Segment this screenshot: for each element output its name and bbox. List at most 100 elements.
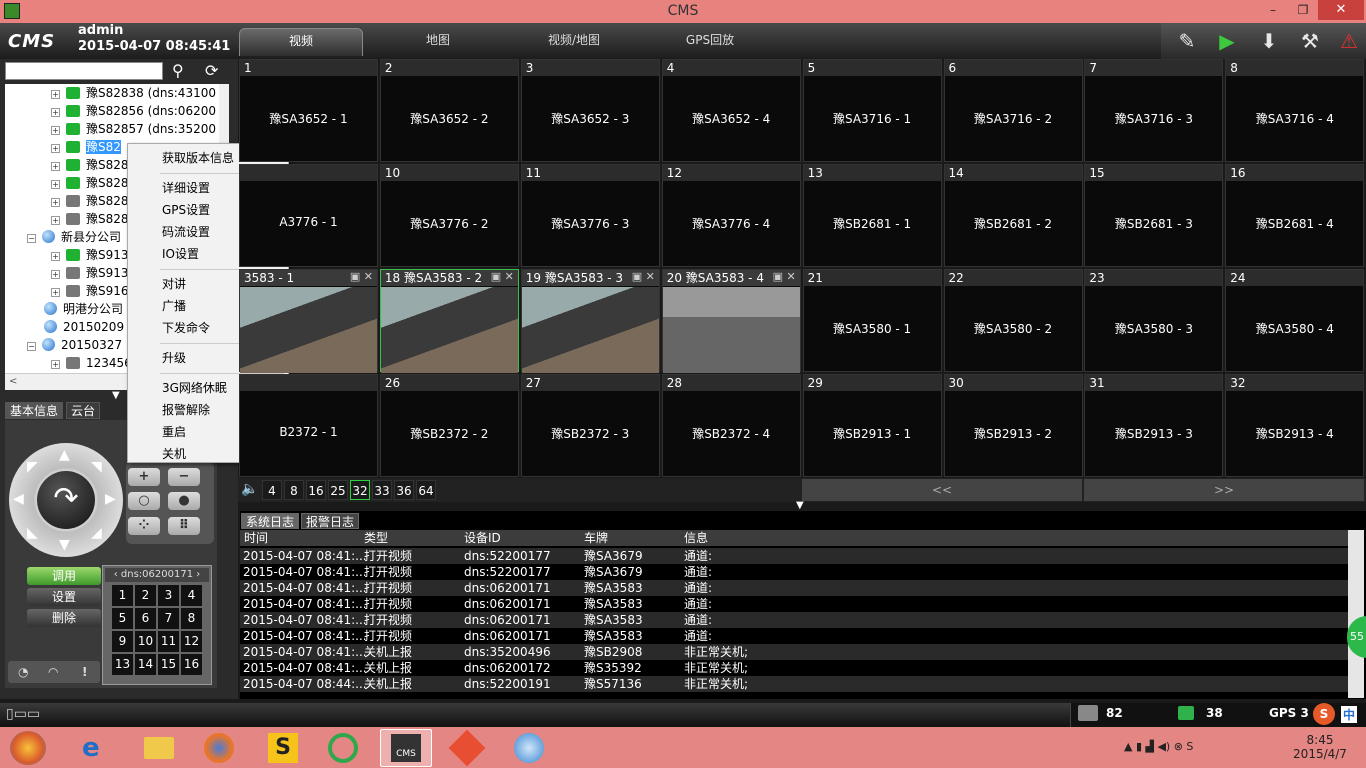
video-cell[interactable]: 30 豫SB2913 - 2 <box>943 374 1083 477</box>
zoom-out-button[interactable]: − <box>168 468 200 486</box>
video-cell[interactable]: 3 豫SA3652 - 3 <box>520 59 660 162</box>
tree-node[interactable]: − 20150327 <box>27 336 122 354</box>
ime-indicator[interactable]: 中 <box>1341 706 1358 723</box>
video-cell[interactable]: 18 豫SA3583 - 2 ▣ ✕ <box>379 269 519 373</box>
tree-node[interactable]: + 豫S82856 (dns:06200 <box>51 102 216 120</box>
camera-close-icon[interactable]: ▣ ✕ <box>632 270 655 283</box>
refresh-icon[interactable]: ⟳ <box>205 61 218 80</box>
arrow-left-icon[interactable]: ◀ <box>13 491 24 507</box>
taskbar-explorer[interactable] <box>132 729 184 767</box>
collapse-log-icon[interactable]: ▼ <box>796 500 804 511</box>
preset-button[interactable]: 2 <box>135 585 156 606</box>
tree-node[interactable]: + 豫S828 <box>51 210 129 228</box>
expand-icon[interactable]: + <box>51 216 60 225</box>
taskbar-cms[interactable]: CMS <box>380 729 432 767</box>
video-cell[interactable]: 2 豫SA3652 - 2 <box>379 59 519 162</box>
expand-icon[interactable]: + <box>51 180 60 189</box>
video-cell[interactable]: 19 豫SA3583 - 3 ▣ ✕ <box>520 269 660 373</box>
alert-icon[interactable]: ! <box>82 661 87 683</box>
light-icon[interactable]: ◠ <box>48 661 58 683</box>
video-cell[interactable]: 29 豫SB2913 - 1 <box>802 374 942 477</box>
log-row[interactable]: 2015-04-07 08:41:... 关机上报 dns:06200172 豫S35… <box>240 660 1348 676</box>
tree-node[interactable]: + 豫S828 <box>51 174 129 192</box>
video-cell[interactable]: 12 豫SA3776 - 4 <box>661 164 801 267</box>
menu-item[interactable]: 详细设置 <box>162 178 210 198</box>
video-cell[interactable]: 1 豫SA3652 - 1 <box>239 59 378 162</box>
tree-node[interactable]: 20150209 <box>44 318 124 336</box>
tab-gps-playback[interactable]: GPS回放 <box>648 28 772 56</box>
preset-button[interactable]: 15 <box>158 654 179 675</box>
grid-count-button[interactable]: 25 <box>328 480 348 500</box>
preset-button[interactable]: 5 <box>112 608 133 629</box>
video-cell[interactable]: 21 豫SA3580 - 1 <box>802 269 942 372</box>
tab-basic-info[interactable]: 基本信息 <box>5 402 64 419</box>
video-cell[interactable]: 11 豫SA3776 - 3 <box>520 164 660 267</box>
expand-icon[interactable]: − <box>27 234 36 243</box>
taskbar-firefox[interactable] <box>194 729 246 767</box>
preset-button[interactable]: 8 <box>181 608 202 629</box>
search-input[interactable] <box>5 62 163 80</box>
menu-item[interactable]: 码流设置 <box>162 222 210 242</box>
preset-button[interactable]: 11 <box>158 631 179 652</box>
search-icon[interactable]: ⚲ <box>172 61 184 80</box>
tab-video[interactable]: 视频 <box>239 28 363 56</box>
focus-near-button[interactable]: ○ <box>128 492 160 510</box>
taskbar-sogou[interactable]: S <box>256 729 308 767</box>
ptz-auto-icon[interactable]: ↷ <box>37 471 95 529</box>
arrow-up-left-icon[interactable]: ◤ <box>27 459 38 475</box>
preset-button[interactable]: 9 <box>112 631 133 652</box>
download-icon[interactable]: ⬇ <box>1252 26 1286 56</box>
grid-count-button[interactable]: 33 <box>372 480 392 500</box>
expand-icon[interactable]: + <box>51 360 60 369</box>
tray-clock[interactable]: 8:45 2015/4/7 <box>1290 733 1350 761</box>
preset-button[interactable]: 7 <box>158 608 179 629</box>
menu-item[interactable]: GPS设置 <box>162 200 210 220</box>
expand-icon[interactable]: + <box>51 90 60 99</box>
tab-system-log[interactable]: 系统日志 <box>241 513 300 529</box>
preset-button[interactable]: 6 <box>135 608 156 629</box>
wiper-icon[interactable]: ◔ <box>18 661 28 683</box>
video-cell[interactable]: 28 豫SB2372 - 4 <box>661 374 801 477</box>
close-button[interactable]: ✕ <box>1318 0 1364 20</box>
log-row[interactable]: 2015-04-07 08:41:... 打开视频 dns:06200171 豫SA3… <box>240 612 1348 628</box>
arrow-down-left-icon[interactable]: ◣ <box>27 525 38 541</box>
video-cell[interactable]: 27 豫SB2372 - 3 <box>520 374 660 477</box>
menu-item[interactable]: 关机 <box>162 444 186 464</box>
expand-icon[interactable]: + <box>51 144 60 153</box>
tab-ptz[interactable]: 云台 <box>66 402 101 419</box>
video-cell[interactable]: 22 豫SA3580 - 2 <box>943 269 1083 372</box>
preset-button[interactable]: 16 <box>181 654 202 675</box>
zoom-in-button[interactable]: + <box>128 468 160 486</box>
preset-button[interactable]: 12 <box>181 631 202 652</box>
video-cell[interactable]: 31 豫SB2913 - 3 <box>1084 374 1224 477</box>
log-vertical-scrollbar[interactable] <box>1348 530 1364 698</box>
video-cell[interactable]: 8 豫SA3716 - 4 <box>1225 59 1365 162</box>
taskbar-ie[interactable]: e <box>70 729 122 767</box>
grid-count-button[interactable]: 8 <box>284 480 304 500</box>
volume-icon[interactable]: 🔈 <box>241 481 258 497</box>
menu-item[interactable]: 广播 <box>162 296 186 316</box>
tree-node[interactable]: 明港分公司 <box>44 300 123 318</box>
expand-icon[interactable]: − <box>27 342 36 351</box>
arrow-down-icon[interactable]: ▼ <box>59 537 70 553</box>
preset-delete-button[interactable]: 删除 <box>27 609 101 627</box>
preset-button[interactable]: 4 <box>181 585 202 606</box>
tree-node[interactable]: + 豫S82 <box>51 138 121 156</box>
tree-node[interactable]: + 豫S82857 (dns:35200 <box>51 120 216 138</box>
arrow-up-icon[interactable]: ▲ <box>59 447 70 463</box>
log-row[interactable]: 2015-04-07 08:41:... 关机上报 dns:35200496 豫SB2… <box>240 644 1348 660</box>
video-cell[interactable]: 20 豫SA3583 - 4 ▣ ✕ <box>661 269 801 373</box>
alarm-icon[interactable]: ⚠ <box>1332 26 1366 56</box>
tree-node[interactable]: − 新县分公司 <box>27 228 121 246</box>
play-record-icon[interactable]: ▶ <box>1210 26 1244 56</box>
iris-close-button[interactable]: ⠿ <box>168 517 200 535</box>
tray-icons[interactable]: ▲ ▮ ▟ ◀) ⊗ S <box>1124 740 1193 753</box>
menu-item[interactable]: 3G网络休眠 <box>162 378 227 398</box>
video-cell[interactable]: 10 豫SA3776 - 2 <box>379 164 519 267</box>
menu-item[interactable]: 获取版本信息 <box>162 148 234 168</box>
video-cell[interactable]: 16 豫SB2681 - 4 <box>1225 164 1365 267</box>
video-cell[interactable]: 26 豫SB2372 - 2 <box>379 374 519 477</box>
focus-far-button[interactable]: ● <box>168 492 200 510</box>
video-cell[interactable]: 14 豫SB2681 - 2 <box>943 164 1083 267</box>
start-button[interactable] <box>10 731 46 765</box>
